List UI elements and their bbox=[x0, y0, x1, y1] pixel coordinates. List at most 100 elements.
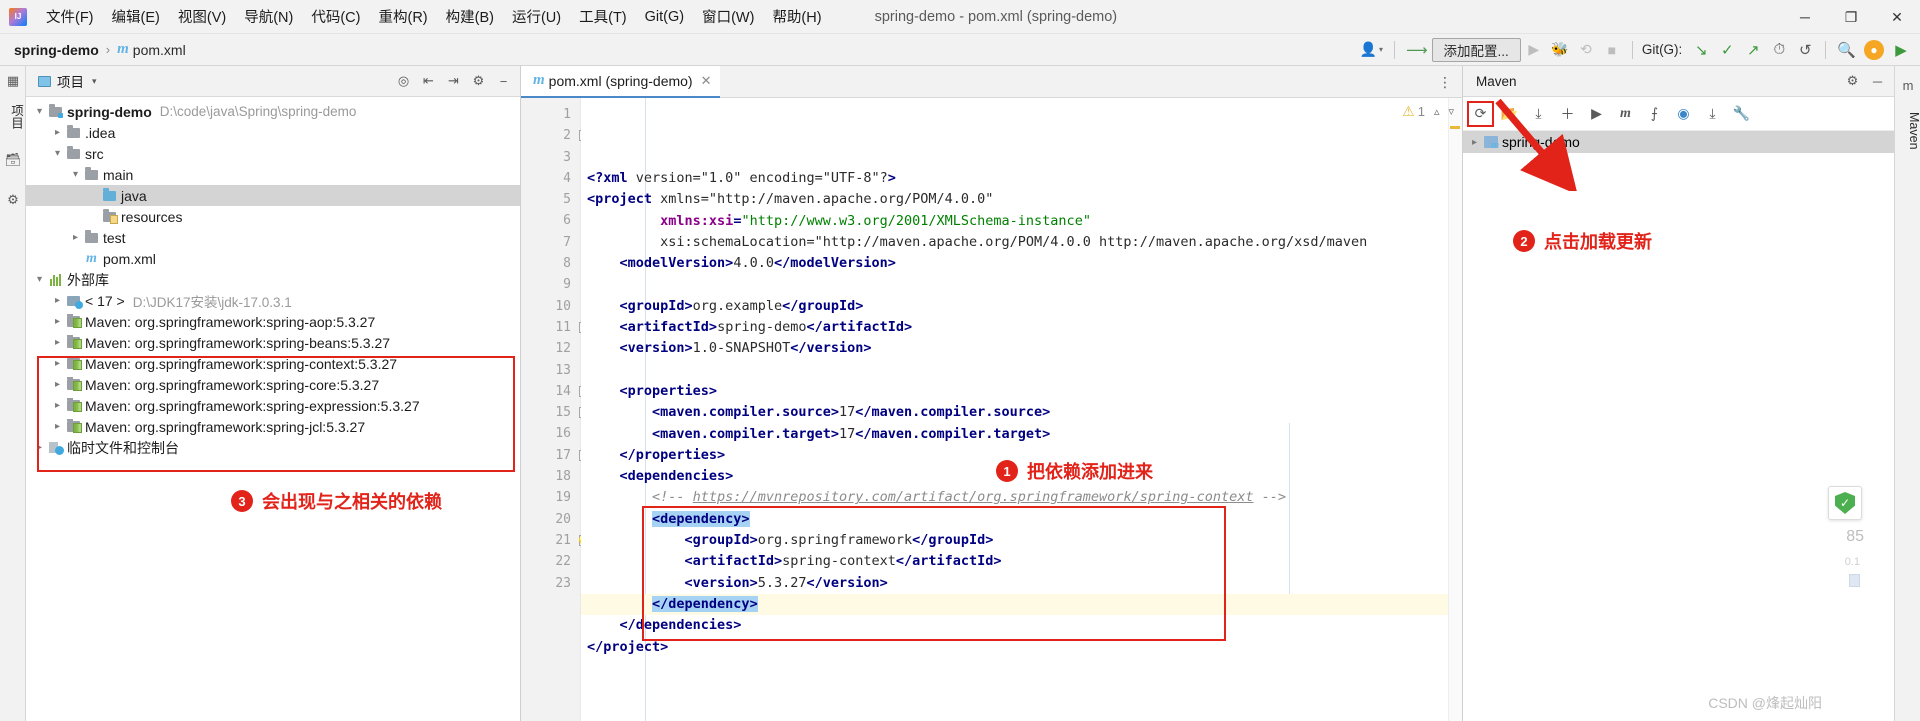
collapse-all-icon[interactable]: ⇤ bbox=[416, 69, 441, 94]
close-button[interactable]: ✕ bbox=[1874, 0, 1920, 34]
line-number[interactable]: 19 bbox=[521, 487, 580, 508]
line-number-gutter[interactable]: 12−34567891011−121314−15−1617−18192021−💡… bbox=[521, 98, 592, 721]
editor-options-icon[interactable]: ⋮ bbox=[1428, 75, 1462, 89]
show-profiles-icon[interactable]: ◉ bbox=[1670, 101, 1697, 127]
inspection-status-badge[interactable] bbox=[1828, 486, 1862, 520]
previous-problem-icon[interactable]: ▵ bbox=[1434, 105, 1440, 118]
tree-row[interactable]: java bbox=[26, 185, 520, 206]
chevron-right-icon[interactable] bbox=[1467, 137, 1482, 148]
chevron-right-icon[interactable] bbox=[50, 127, 65, 138]
menu-git[interactable]: Git(G) bbox=[636, 6, 693, 28]
code-line[interactable]: <version>1.0-SNAPSHOT</version> bbox=[581, 338, 1462, 359]
line-number[interactable]: 9 bbox=[521, 274, 580, 295]
line-number[interactable]: 2− bbox=[521, 125, 590, 146]
tree-row[interactable]: Maven: org.springframework:spring-beans:… bbox=[26, 332, 520, 353]
close-icon[interactable]: ✕ bbox=[701, 73, 712, 89]
tree-row[interactable]: Maven: org.springframework:spring-expres… bbox=[26, 395, 520, 416]
code-line[interactable]: </project> bbox=[581, 637, 1462, 658]
code-line[interactable]: <properties> bbox=[581, 381, 1462, 402]
menu-tools[interactable]: 工具(T) bbox=[570, 3, 636, 30]
code-line[interactable]: <project xmlns="http://maven.apache.org/… bbox=[581, 189, 1462, 210]
search-everywhere-icon[interactable]: 🔍 bbox=[1833, 37, 1860, 63]
line-number[interactable]: 16 bbox=[521, 423, 580, 444]
code-line[interactable]: <maven.compiler.source>17</maven.compile… bbox=[581, 402, 1462, 423]
rail-label-project[interactable]: 项目 bbox=[0, 98, 26, 135]
code-line[interactable]: </dependency> bbox=[581, 593, 1462, 616]
tree-row[interactable]: Maven: org.springframework:spring-jcl:5.… bbox=[26, 416, 520, 437]
chevron-down-icon[interactable] bbox=[50, 148, 65, 159]
menu-build[interactable]: 构建(B) bbox=[437, 3, 503, 30]
editor-scroll-stripe[interactable] bbox=[1448, 98, 1462, 721]
warning-stripe-mark[interactable] bbox=[1450, 126, 1460, 129]
line-number[interactable]: 3 bbox=[521, 147, 580, 168]
line-number[interactable]: 6 bbox=[521, 210, 580, 231]
code-line[interactable]: xmlns:xsi="http://www.w3.org/2001/XMLSch… bbox=[581, 211, 1462, 232]
git-history-icon[interactable]: ⏱ bbox=[1766, 37, 1792, 63]
undo-icon[interactable]: ↺ bbox=[1792, 37, 1818, 63]
line-number[interactable]: 11− bbox=[521, 317, 590, 338]
line-number[interactable]: 15− bbox=[521, 402, 590, 423]
next-problem-icon[interactable]: ▿ bbox=[1448, 105, 1454, 118]
menu-view[interactable]: 视图(V) bbox=[169, 3, 235, 30]
avatar-icon[interactable]: 👤 ▾ bbox=[1356, 37, 1387, 63]
line-number[interactable]: 14− bbox=[521, 381, 590, 402]
memory-indicator[interactable]: 85 bbox=[1846, 528, 1864, 546]
code-line[interactable]: <groupId>org.example</groupId> bbox=[581, 296, 1462, 317]
chevron-right-icon[interactable] bbox=[50, 358, 65, 369]
commit-icon[interactable]: 🗃 bbox=[0, 145, 26, 175]
menu-file[interactable]: 文件(F) bbox=[37, 3, 103, 30]
line-number[interactable]: 1 bbox=[521, 104, 580, 125]
line-number[interactable]: 12 bbox=[521, 338, 580, 359]
pull-request-icon[interactable]: ⚙ bbox=[0, 185, 26, 215]
menu-navigate[interactable]: 导航(N) bbox=[235, 3, 302, 30]
add-configuration-button[interactable]: 添加配置... bbox=[1431, 37, 1521, 62]
hide-icon[interactable]: ─ bbox=[1865, 69, 1890, 94]
project-tree[interactable]: spring-demo D:\code\java\Spring\spring-de… bbox=[26, 97, 520, 458]
chevron-right-icon[interactable] bbox=[50, 421, 65, 432]
chevron-right-icon[interactable] bbox=[50, 316, 65, 327]
toggle-skip-tests-icon[interactable]: ⨍ bbox=[1641, 101, 1668, 127]
settings-icon[interactable]: ⚙ bbox=[1840, 69, 1865, 94]
tree-row[interactable]: .idea bbox=[26, 122, 520, 143]
minimize-button[interactable]: ─ bbox=[1782, 0, 1828, 34]
menu-run[interactable]: 运行(U) bbox=[503, 3, 570, 30]
maven-rail-icon[interactable]: m bbox=[1895, 70, 1920, 100]
tree-row[interactable]: < 17 > D:\JDK17安装\jdk-17.0.3.1 bbox=[26, 290, 520, 311]
chevron-right-icon[interactable] bbox=[50, 337, 65, 348]
code-line[interactable] bbox=[581, 274, 1462, 295]
tree-row[interactable]: m pom.xml bbox=[26, 248, 520, 269]
run-with-coverage-icon[interactable]: ⟲ bbox=[1573, 37, 1599, 63]
chevron-down-icon[interactable] bbox=[32, 106, 47, 117]
git-push-icon[interactable]: ↗ bbox=[1740, 37, 1766, 63]
code-line[interactable] bbox=[581, 360, 1462, 381]
project-icon[interactable]: ▦ bbox=[0, 66, 26, 96]
code-line[interactable]: </dependencies> bbox=[581, 615, 1462, 636]
tree-row[interactable]: test bbox=[26, 227, 520, 248]
locate-icon[interactable]: ◎ bbox=[391, 69, 416, 94]
tree-row[interactable]: Maven: org.springframework:spring-contex… bbox=[26, 353, 520, 374]
tree-row[interactable]: Maven: org.springframework:spring-core:5… bbox=[26, 374, 520, 395]
line-number[interactable]: 20 bbox=[521, 509, 580, 530]
maven-settings-icon[interactable]: 🔧 bbox=[1728, 101, 1755, 127]
notification-badge-icon[interactable]: ● bbox=[1860, 37, 1888, 63]
breadcrumb-project[interactable]: spring-demo bbox=[14, 42, 99, 58]
line-number[interactable]: 10 bbox=[521, 296, 580, 317]
settings-icon[interactable]: ⚙ bbox=[466, 69, 491, 94]
menu-window[interactable]: 窗口(W) bbox=[693, 3, 763, 30]
menu-help[interactable]: 帮助(H) bbox=[763, 3, 830, 30]
chevron-right-icon[interactable] bbox=[68, 232, 83, 243]
menu-edit[interactable]: 编辑(E) bbox=[103, 3, 169, 30]
line-number[interactable]: 5 bbox=[521, 189, 580, 210]
tree-row[interactable]: 临时文件和控制台 bbox=[26, 437, 520, 458]
menu-code[interactable]: 代码(C) bbox=[302, 3, 369, 30]
build-hammer-icon[interactable]: ⟶ bbox=[1402, 37, 1432, 63]
git-update-icon[interactable]: ↘ bbox=[1688, 37, 1714, 63]
execute-maven-goal-icon[interactable]: m bbox=[1612, 101, 1639, 127]
chevron-right-icon[interactable] bbox=[50, 295, 65, 306]
inspection-widget[interactable]: ⚠ 1 ▵ ▿ bbox=[1402, 103, 1454, 120]
line-number[interactable]: 22 bbox=[521, 551, 580, 572]
code-line[interactable]: <?xml version="1.0" encoding="UTF-8"?> bbox=[581, 168, 1462, 189]
hide-icon[interactable]: − bbox=[491, 69, 516, 94]
line-number[interactable]: 13 bbox=[521, 360, 580, 381]
line-number[interactable]: 7 bbox=[521, 232, 580, 253]
